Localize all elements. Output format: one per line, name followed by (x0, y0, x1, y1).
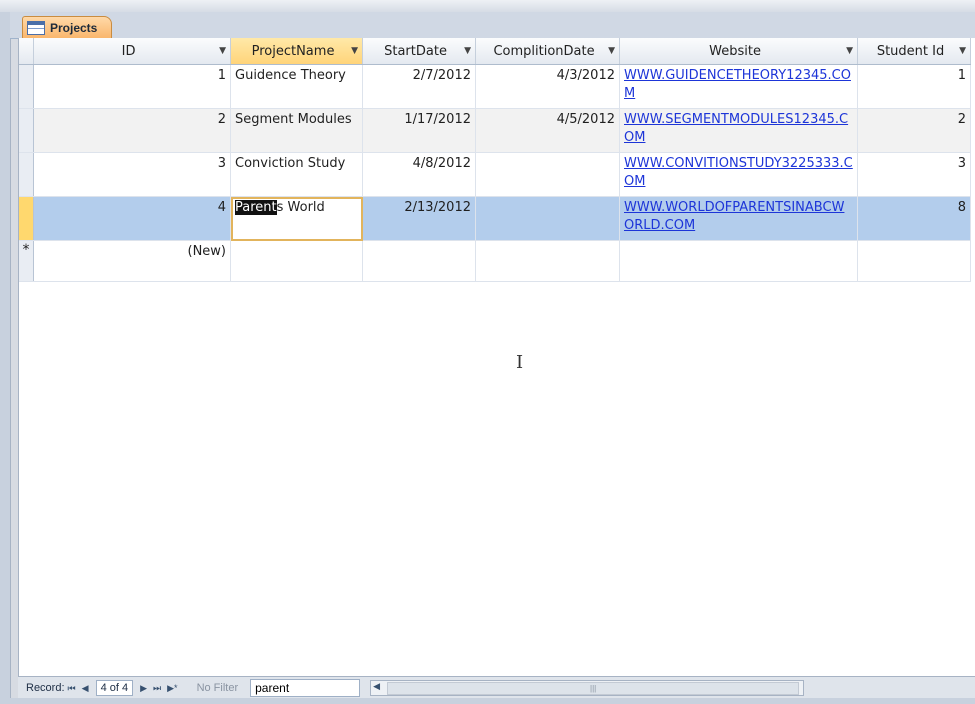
navigation-pane-edge[interactable] (0, 12, 11, 704)
cell-id[interactable]: 2 (33, 108, 231, 153)
cell-id[interactable]: 4 (33, 196, 231, 241)
website-link[interactable]: WWW.SEGMENTMODULES12345.COM (624, 112, 848, 145)
next-record-button[interactable]: ▶ (140, 683, 147, 694)
previous-record-button[interactable]: ◀ (82, 683, 89, 694)
cell-new[interactable] (619, 240, 858, 282)
website-link[interactable]: WWW.GUIDENCETHEORY12345.COM (624, 68, 851, 101)
projects-table: ID ▼ ProjectName ▼ StartDate ▼ ComplitionDa… (19, 38, 971, 282)
current-record-field[interactable]: 4 of 4 (95, 680, 134, 696)
cell-complitiondate[interactable] (475, 196, 620, 241)
cell-complitiondate[interactable] (475, 152, 620, 197)
search-match-highlight: Parent (235, 200, 277, 215)
new-record-row: * (New) (19, 240, 971, 282)
new-record-marker-icon[interactable]: * (19, 240, 34, 282)
cell-new[interactable] (857, 240, 971, 282)
cell-startdate[interactable]: 2/7/2012 (362, 64, 476, 109)
column-header-projectname[interactable]: ProjectName ▼ (230, 38, 363, 65)
column-header-id[interactable]: ID ▼ (33, 38, 231, 65)
sort-arrow-icon[interactable]: ▼ (608, 46, 615, 56)
sort-arrow-icon[interactable]: ▼ (846, 46, 853, 56)
tab-projects[interactable]: Projects (22, 16, 113, 39)
cell-website[interactable]: WWW.GUIDENCETHEORY12345.COM (619, 64, 858, 109)
datasheet-grid: ID ▼ ProjectName ▼ StartDate ▼ ComplitionDa… (18, 38, 975, 678)
cell-student-id[interactable]: 3 (857, 152, 971, 197)
header-row: ID ▼ ProjectName ▼ StartDate ▼ ComplitionDa… (19, 38, 971, 65)
record-selector-current[interactable] (19, 196, 34, 241)
scroll-thumb[interactable]: ||| (387, 682, 800, 695)
sort-arrow-icon[interactable]: ▼ (464, 46, 471, 56)
table-row: 1 Guidence Theory 2/7/2012 4/3/2012 WWW.… (19, 64, 971, 109)
select-all-corner[interactable] (19, 38, 34, 65)
record-selector[interactable] (19, 108, 34, 153)
cell-student-id[interactable]: 2 (857, 108, 971, 153)
website-link[interactable]: WWW.CONVITIONSTUDY3225333.COM (624, 156, 853, 189)
record-label: Record: (26, 682, 65, 694)
table-row-current: 4 Parents World 2/13/2012 WWW.WORLDOFPAR… (19, 196, 971, 241)
document-tab-bar (10, 12, 975, 39)
tab-label: Projects (50, 21, 98, 35)
sort-arrow-icon[interactable]: ▼ (219, 46, 226, 56)
column-header-startdate[interactable]: StartDate ▼ (362, 38, 476, 65)
table-row: 3 Conviction Study 4/8/2012 WWW.CONVITIO… (19, 152, 971, 197)
cell-website[interactable]: WWW.SEGMENTMODULES12345.COM (619, 108, 858, 153)
column-header-website[interactable]: Website ▼ (619, 38, 858, 65)
window-bottom-edge (0, 698, 975, 704)
cell-website[interactable]: WWW.CONVITIONSTUDY3225333.COM (619, 152, 858, 197)
cell-student-id[interactable]: 8 (857, 196, 971, 241)
search-input[interactable]: parent (250, 679, 361, 697)
column-header-student-id[interactable]: Student Id ▼ (857, 38, 971, 65)
cell-website[interactable]: WWW.WORLDOFPARENTSINABCWORLD.COM (619, 196, 858, 241)
cell-startdate[interactable]: 2/13/2012 (362, 196, 476, 241)
record-navigation-bar: Record: ⏮ ◀ 4 of 4 ▶ ⏭ ▶* No Filter pare… (18, 676, 975, 699)
website-link[interactable]: WWW.WORLDOFPARENTSINABCWORLD.COM (624, 200, 844, 233)
scroll-left-icon[interactable]: ◀ (373, 681, 380, 692)
horizontal-scrollbar[interactable]: ◀ ||| (370, 680, 805, 696)
cell-projectname-editing[interactable]: Parents World (230, 196, 363, 241)
cell-projectname[interactable]: Segment Modules (230, 108, 363, 153)
sort-arrow-icon[interactable]: ▼ (351, 46, 358, 56)
last-record-button[interactable]: ⏭ (153, 683, 161, 694)
table-icon (27, 21, 45, 35)
no-filter-button[interactable]: No Filter (197, 682, 239, 694)
cell-new[interactable] (362, 240, 476, 282)
table-row: 2 Segment Modules 1/17/2012 4/5/2012 WWW… (19, 108, 971, 153)
cell-complitiondate[interactable]: 4/3/2012 (475, 64, 620, 109)
cell-student-id[interactable]: 1 (857, 64, 971, 109)
cell-new[interactable] (230, 240, 363, 282)
cell-startdate[interactable]: 4/8/2012 (362, 152, 476, 197)
cell-startdate[interactable]: 1/17/2012 (362, 108, 476, 153)
sort-arrow-icon[interactable]: ▼ (959, 46, 966, 56)
cell-new-id[interactable]: (New) (33, 240, 231, 282)
cell-projectname[interactable]: Guidence Theory (230, 64, 363, 109)
cell-text-rest: s World (276, 200, 325, 215)
cell-id[interactable]: 3 (33, 152, 231, 197)
text-cursor-icon: I (516, 352, 524, 373)
column-header-complitiondate[interactable]: ComplitionDate ▼ (475, 38, 620, 65)
record-selector[interactable] (19, 152, 34, 197)
cell-projectname[interactable]: Conviction Study (230, 152, 363, 197)
cell-new[interactable] (475, 240, 620, 282)
cell-complitiondate[interactable]: 4/5/2012 (475, 108, 620, 153)
new-record-button[interactable]: ▶* (167, 683, 177, 694)
first-record-button[interactable]: ⏮ (68, 683, 76, 694)
cell-id[interactable]: 1 (33, 64, 231, 109)
record-selector[interactable] (19, 64, 34, 109)
